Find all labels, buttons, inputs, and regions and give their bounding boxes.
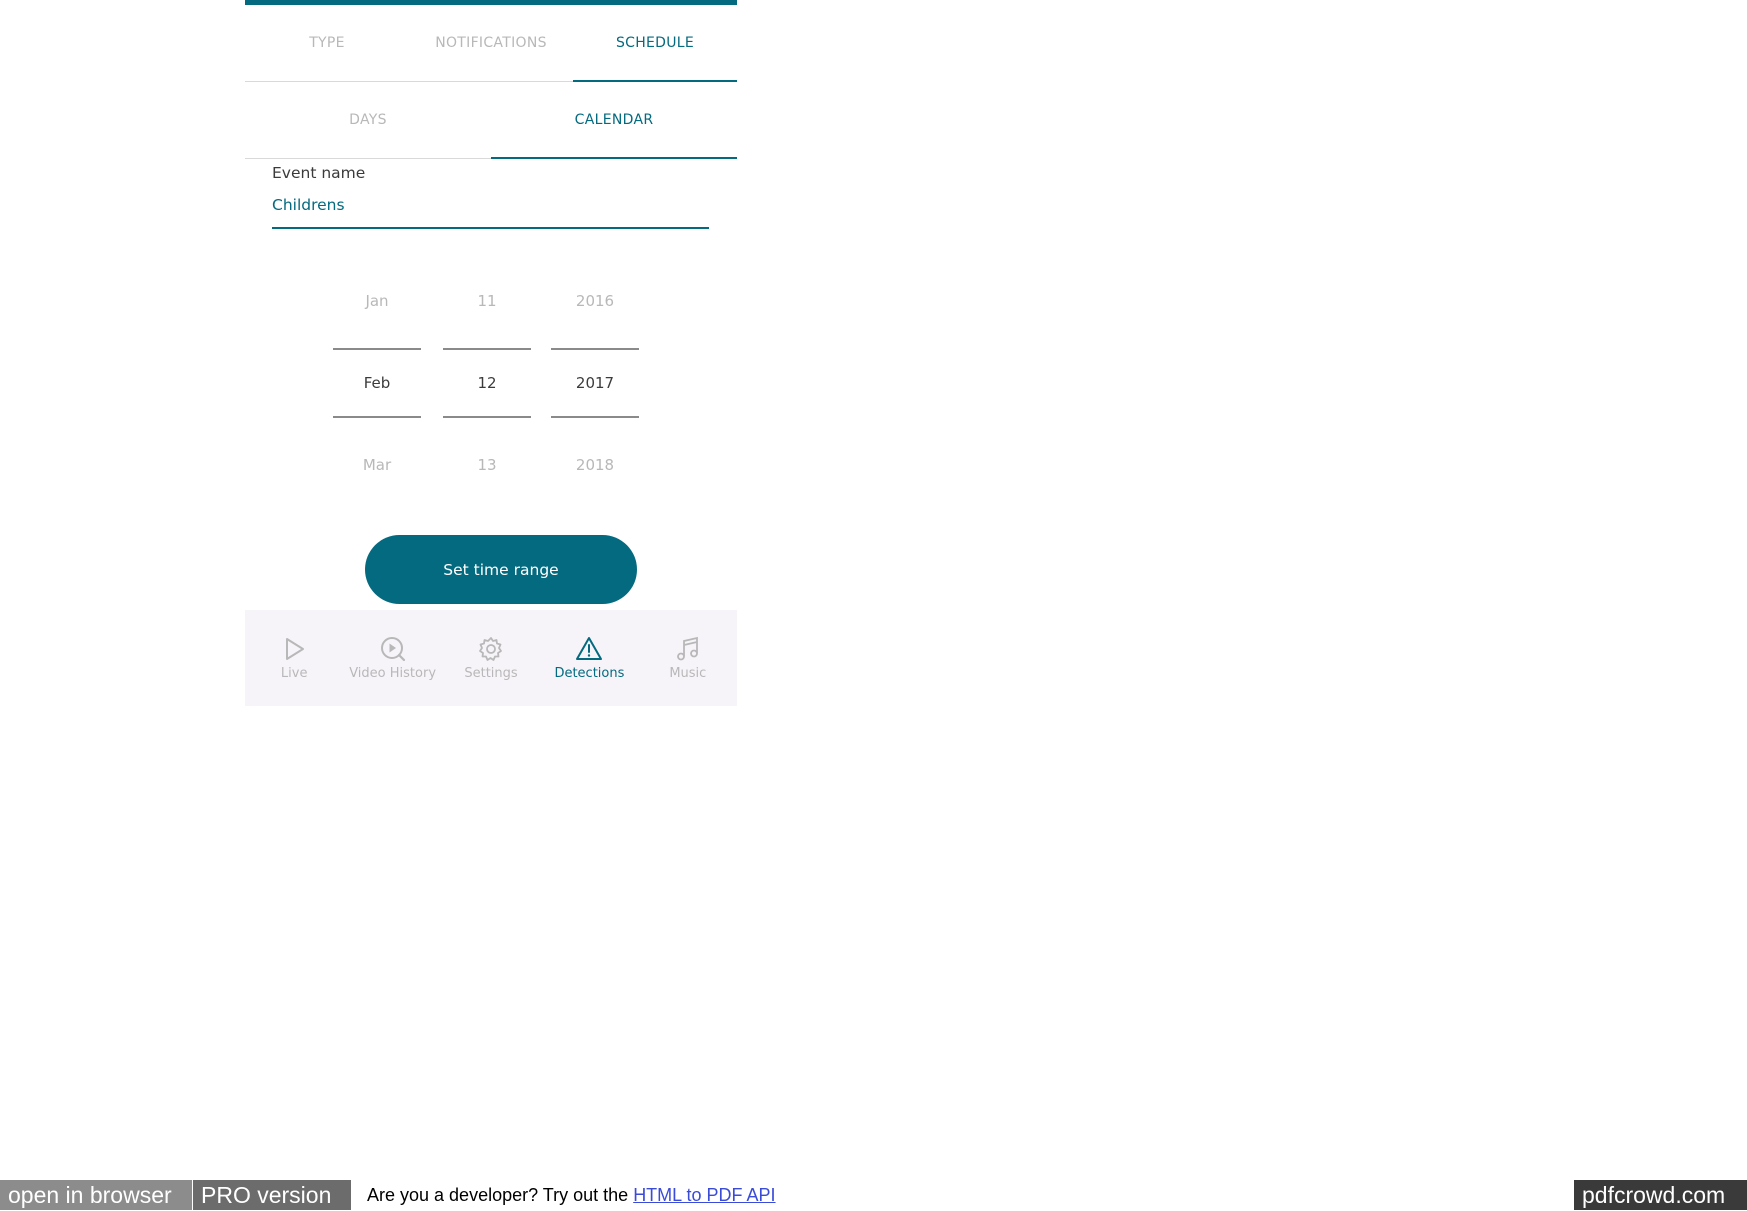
year-selected[interactable]: 2017 xyxy=(551,374,639,392)
nav-item-video-history[interactable]: Video History xyxy=(343,610,441,706)
pdfcrowd-brand[interactable]: pdfcrowd.com xyxy=(1574,1180,1747,1210)
nav-item-music[interactable]: Music xyxy=(639,610,737,706)
app-screen: TYPE NOTIFICATIONS SCHEDULE DAYS CALENDA… xyxy=(245,0,737,706)
play-icon xyxy=(286,638,305,660)
open-in-browser-button[interactable]: open in browser xyxy=(0,1180,192,1210)
year-picker[interactable]: 2016 2017 2018 xyxy=(551,258,639,484)
warning-icon xyxy=(576,637,603,660)
developer-prompt: Are you a developer? Try out the HTML to… xyxy=(367,1180,776,1210)
month-selected[interactable]: Feb xyxy=(333,374,421,392)
pro-version-button[interactable]: PRO version xyxy=(193,1180,351,1210)
bottom-navigation: Live Video History Settings Detections M… xyxy=(245,610,737,706)
nav-label: Settings xyxy=(464,666,518,681)
pdfcrowd-footer: open in browser PRO version Are you a de… xyxy=(0,1180,1747,1211)
nav-item-settings[interactable]: Settings xyxy=(442,610,540,706)
tab-schedule[interactable]: SCHEDULE xyxy=(573,5,737,82)
main-tabs: TYPE NOTIFICATIONS SCHEDULE xyxy=(245,5,737,82)
year-next[interactable]: 2018 xyxy=(551,456,639,474)
event-name-input[interactable] xyxy=(272,193,709,229)
day-selected[interactable]: 12 xyxy=(443,374,531,392)
picker-divider xyxy=(443,348,531,350)
nav-label: Video History xyxy=(349,666,437,681)
nav-label: Detections xyxy=(554,666,625,681)
day-next[interactable]: 13 xyxy=(443,456,531,474)
tab-notifications[interactable]: NOTIFICATIONS xyxy=(409,5,573,81)
picker-divider xyxy=(333,348,421,350)
schedule-subtabs: DAYS CALENDAR xyxy=(245,82,737,159)
event-name-label: Event name xyxy=(272,164,366,182)
tab-type[interactable]: TYPE xyxy=(245,5,409,81)
month-picker[interactable]: Jan Feb Mar xyxy=(333,258,421,484)
developer-text: Are you a developer? Try out the xyxy=(367,1185,629,1205)
set-time-range-button[interactable]: Set time range xyxy=(365,535,637,604)
day-picker[interactable]: 11 12 13 xyxy=(443,258,531,484)
picker-divider xyxy=(333,416,421,418)
subtab-days[interactable]: DAYS xyxy=(245,82,491,158)
video-history-icon xyxy=(380,637,405,662)
nav-label: Music xyxy=(669,666,707,681)
month-next[interactable]: Mar xyxy=(333,456,421,474)
picker-divider xyxy=(551,348,639,350)
nav-label: Live xyxy=(280,666,308,681)
picker-divider xyxy=(443,416,531,418)
nav-item-live[interactable]: Live xyxy=(245,610,343,706)
gear-icon xyxy=(479,637,502,661)
year-prev[interactable]: 2016 xyxy=(551,292,639,310)
subtab-calendar[interactable]: CALENDAR xyxy=(491,82,737,159)
day-prev[interactable]: 11 xyxy=(443,292,531,310)
html-to-pdf-api-link[interactable]: HTML to PDF API xyxy=(633,1185,775,1205)
picker-divider xyxy=(551,416,639,418)
nav-item-detections[interactable]: Detections xyxy=(540,610,638,706)
music-note-icon xyxy=(676,636,698,661)
month-prev[interactable]: Jan xyxy=(333,292,421,310)
